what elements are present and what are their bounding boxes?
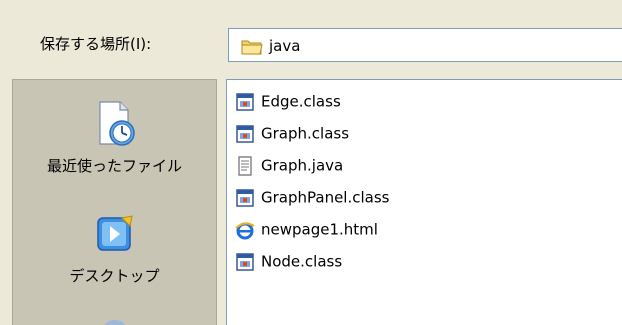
file-name: newpage1.html bbox=[261, 220, 378, 239]
save-location-label: 保存する場所(I): bbox=[40, 35, 152, 53]
list-item[interactable]: GraphPanel.class bbox=[235, 184, 389, 210]
file-list[interactable]: Edge.class Graph.class Graph.java GraphP… bbox=[226, 79, 622, 325]
places-item-label: 最近使ったファイル bbox=[46, 157, 182, 175]
class-file-icon bbox=[235, 124, 255, 144]
class-file-icon bbox=[235, 188, 255, 208]
class-file-icon bbox=[235, 92, 255, 112]
file-name: GraphPanel.class bbox=[261, 188, 390, 207]
list-item[interactable]: Edge.class bbox=[235, 88, 341, 114]
file-name: Graph.java bbox=[261, 156, 344, 175]
desktop-icon bbox=[13, 212, 216, 262]
places-item-label: デスクトップ bbox=[69, 267, 160, 285]
file-name: Node.class bbox=[261, 252, 343, 271]
save-dialog: 保存する場所(I): java 最近使ったファイル デスクトップ Edge.cl… bbox=[0, 0, 622, 325]
file-name: Edge.class bbox=[261, 92, 341, 111]
class-file-icon bbox=[235, 252, 255, 272]
places-item-desktop[interactable]: デスクトップ bbox=[13, 212, 216, 286]
file-name: Graph.class bbox=[261, 124, 350, 143]
list-item[interactable]: Graph.java bbox=[235, 152, 343, 178]
list-item[interactable]: Node.class bbox=[235, 248, 342, 274]
folder-icon bbox=[241, 38, 263, 59]
recent-documents-icon bbox=[13, 100, 216, 152]
places-item-recent[interactable]: 最近使ったファイル bbox=[13, 100, 216, 176]
partial-place-icon bbox=[13, 310, 216, 325]
list-item[interactable]: Graph.class bbox=[235, 120, 349, 146]
save-location-dropdown[interactable]: java bbox=[228, 28, 622, 62]
save-location-value: java bbox=[269, 37, 301, 55]
ie-html-file-icon bbox=[235, 220, 255, 240]
list-item[interactable]: newpage1.html bbox=[235, 216, 378, 242]
places-bar: 最近使ったファイル デスクトップ bbox=[12, 79, 217, 325]
text-file-icon bbox=[235, 155, 255, 176]
places-item-partial bbox=[13, 310, 216, 325]
